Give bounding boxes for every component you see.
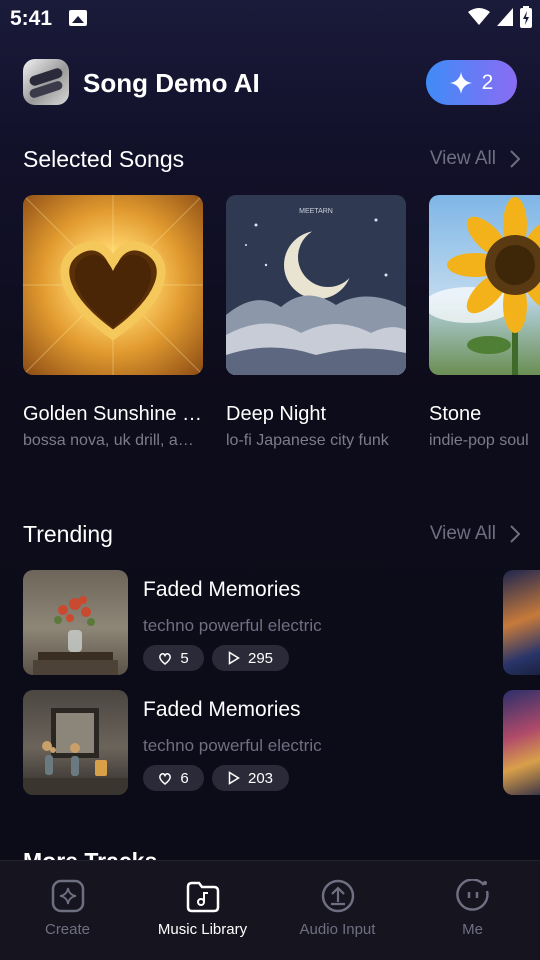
status-indicators [468, 6, 532, 28]
likes-pill[interactable]: 5 [143, 645, 204, 671]
plays-pill[interactable]: 203 [212, 765, 289, 791]
track-tags: techno powerful electric [143, 736, 322, 755]
likes-pill[interactable]: 6 [143, 765, 204, 791]
credits-button[interactable]: 2 [426, 60, 517, 105]
nav-music-library[interactable]: Music Library [135, 879, 270, 938]
status-time: 5:41 [10, 7, 53, 30]
selected-songs-view-all[interactable]: View All [430, 148, 520, 170]
trending-next-column-thumbnail[interactable] [503, 570, 540, 675]
heart-icon [159, 772, 172, 785]
upload-icon [321, 879, 354, 913]
flower-vase-artwork [33, 596, 118, 675]
app-logo [23, 59, 69, 105]
likes-count: 6 [180, 769, 189, 787]
cover-caption: MEETARN [299, 208, 333, 215]
nav-create[interactable]: Create [0, 879, 135, 938]
plays-count: 203 [247, 769, 274, 787]
play-icon [228, 651, 240, 665]
song-cover-image [429, 195, 540, 375]
golden-heart-artwork [23, 195, 203, 375]
track-title: Faded Memories [143, 698, 301, 721]
song-tags: indie-pop soul [429, 432, 529, 449]
plays-count: 295 [247, 649, 274, 667]
view-all-label: View All [429, 523, 496, 544]
play-icon [228, 771, 240, 785]
image-notification-icon [69, 10, 87, 26]
chevron-right-icon [510, 150, 520, 168]
app-title: Song Demo AI [83, 68, 260, 98]
status-bar: 5:41 [0, 0, 540, 36]
heart-icon [159, 652, 172, 665]
bottom-navigation: Create Music Library Audio Input Me [0, 860, 540, 960]
music-folder-icon [186, 881, 219, 913]
track-thumbnail [23, 570, 128, 675]
chevron-right-icon [510, 525, 520, 543]
credits-count: 2 [481, 70, 494, 94]
signal-icon [497, 8, 513, 26]
song-card[interactable]: Golden Sunshine Reflections bossa nova, … [23, 195, 203, 450]
nav-me[interactable]: Me [405, 879, 540, 938]
track-tags: techno powerful electric [143, 616, 322, 635]
plays-pill[interactable]: 295 [212, 645, 289, 671]
song-card[interactable]: Stone indie-pop soul [429, 195, 540, 450]
wifi-icon [468, 8, 490, 25]
nav-label: Audio Input [299, 921, 376, 938]
sparkle-icon [51, 879, 84, 913]
nav-label: Music Library [157, 921, 248, 938]
sparkle-icon [449, 71, 472, 94]
nav-audio-input[interactable]: Audio Input [270, 879, 405, 938]
view-all-label: View All [429, 148, 496, 169]
song-tags: bossa nova, uk drill, ambient [23, 432, 203, 449]
song-title: Deep Night [226, 403, 327, 425]
song-card[interactable]: MEETARN Deep Night lo-fi Japanese city f… [226, 195, 406, 450]
song-title: Golden Sunshine Reflections [23, 403, 203, 425]
selected-songs-title: Selected Songs [23, 146, 185, 172]
app-screen: 5:41 Song Demo AI 2 Selected Songs View … [0, 0, 540, 960]
trending-track-row[interactable]: Faded Memories techno powerful electric … [23, 570, 493, 675]
song-cover-image: MEETARN [226, 195, 406, 375]
still-life-artwork [23, 708, 128, 795]
nav-label: Me [462, 921, 483, 938]
trending-next-column-thumbnail[interactable] [503, 690, 540, 795]
trending-view-all[interactable]: View All [430, 523, 520, 545]
battery-icon [520, 6, 532, 28]
moon-clouds-artwork: MEETARN [226, 195, 406, 375]
sunflower-artwork [429, 197, 540, 375]
song-tags: lo-fi Japanese city funk [226, 432, 389, 449]
trending-track-row[interactable]: Faded Memories techno powerful electric … [23, 690, 493, 795]
trending-title: Trending [23, 521, 113, 547]
track-title: Faded Memories [143, 578, 301, 601]
song-cover-image [23, 195, 203, 375]
nav-label: Create [44, 921, 91, 938]
track-thumbnail [23, 690, 128, 795]
song-title: Stone [429, 403, 482, 425]
profile-face-icon [455, 879, 489, 911]
likes-count: 5 [180, 649, 189, 667]
